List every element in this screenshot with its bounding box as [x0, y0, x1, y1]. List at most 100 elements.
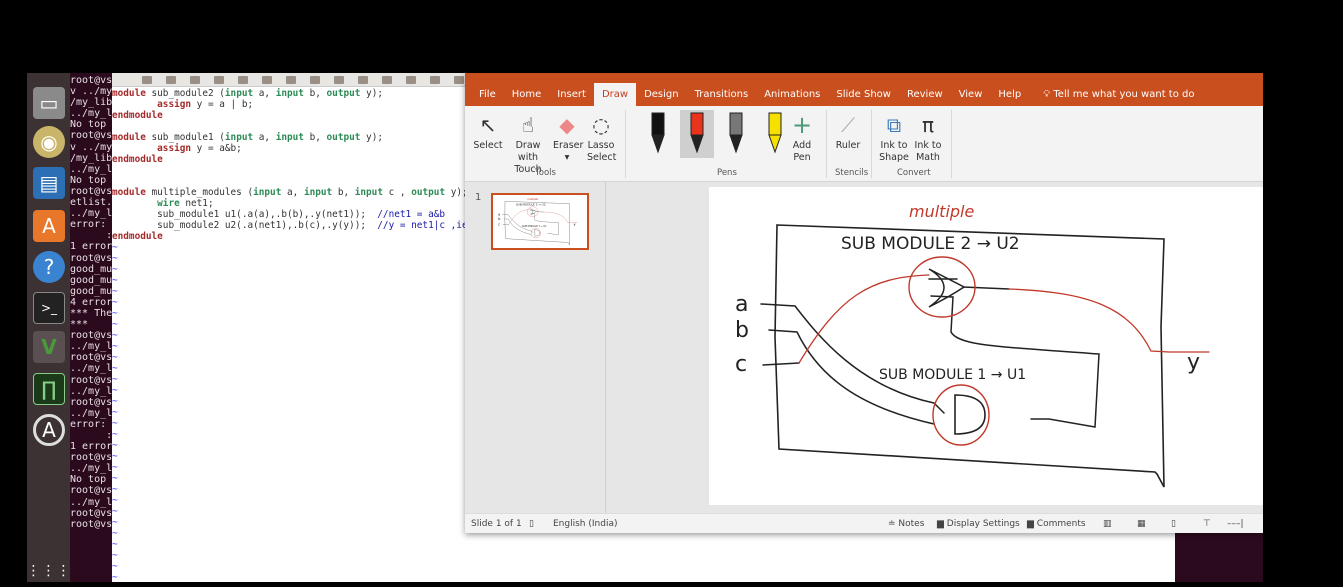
terminal-line: good_mu — [70, 263, 112, 275]
terminal-line: *** The — [70, 307, 112, 319]
terminal-line: v ../my — [70, 86, 112, 98]
terminal-line: root@vs — [70, 452, 112, 464]
help-icon[interactable]: ? — [33, 251, 65, 283]
slide-thumbnail[interactable] — [491, 193, 589, 250]
tab-transitions[interactable]: Transitions — [687, 83, 757, 106]
tab-file[interactable]: File — [471, 83, 504, 106]
terminal-icon[interactable]: >_ — [33, 292, 65, 324]
files-icon[interactable]: ▭ — [33, 87, 65, 119]
ink-diagram: multiple SUB MODULE 2 → U2 SUB MODULE 1 … — [735, 202, 1210, 488]
terminal-line: error: — [70, 418, 107, 430]
terminal-line: root@vs — [70, 330, 112, 342]
terminal-line: No top — [70, 119, 107, 131]
terminal-background — [1175, 533, 1263, 582]
normal-view-icon[interactable]: ▥ — [1103, 519, 1112, 529]
terminal-line: root@vs — [70, 507, 112, 519]
terminal-line: root@vs — [70, 75, 112, 86]
ink-c: c — [735, 352, 747, 377]
terminal-line: root@vs — [70, 252, 112, 264]
empty-line-marker: ~ — [112, 572, 118, 582]
ink-sub1-label: SUB MODULE 1 → U1 — [879, 367, 1026, 383]
ink-to-shape-button[interactable]: ⧉ Ink to Shape — [878, 110, 910, 164]
empty-line-marker: ~ — [112, 550, 118, 561]
vim-icon[interactable]: V — [33, 331, 65, 363]
slide-counter: Slide 1 of 1 — [471, 519, 522, 529]
notes-button[interactable]: ≐ Notes — [888, 519, 924, 529]
status-bar: Slide 1 of 1 ▯ English (India) ≐ Notes ▆… — [465, 513, 1263, 533]
draw-with-touch-button[interactable]: ☝ Draw with Touch — [505, 110, 551, 176]
tab-design[interactable]: Design — [636, 83, 687, 106]
tab-help[interactable]: Help — [990, 83, 1029, 106]
tab-animations[interactable]: Animations — [756, 83, 828, 106]
terminal-line: root@vs — [70, 518, 112, 530]
add-pen-button[interactable]: + Add Pen — [788, 110, 816, 164]
thumbnail-drawing — [498, 196, 578, 246]
writer-icon[interactable]: ▤ — [33, 167, 65, 199]
terminal-line: : — [70, 230, 112, 242]
display-settings-button[interactable]: ▆ Display Settings — [937, 519, 1020, 529]
terminal-line: root@vs — [70, 185, 112, 197]
terminal-line: root@vs — [70, 374, 112, 386]
tab-draw[interactable]: Draw — [593, 83, 637, 106]
show-apps-icon[interactable]: ⋮⋮⋮ — [27, 555, 71, 587]
tab-insert[interactable]: Insert — [549, 83, 594, 106]
tell-me-search[interactable]: 💡︎ Tell me what you want to do — [1035, 83, 1202, 106]
convert-group-label: Convert — [897, 168, 931, 178]
software-center-icon[interactable]: A — [33, 210, 65, 242]
stencils-group-label: Stencils — [835, 168, 869, 178]
terminal-line: good_mu — [70, 285, 112, 297]
pen-3[interactable] — [719, 110, 753, 158]
terminal-line: ../my_l — [70, 463, 112, 475]
draw-ribbon: ↖ Select ☝ Draw with Touch ◆ Eraser ▾ ◌ Lasso… — [465, 106, 1263, 182]
thumb-number: 1 — [475, 192, 482, 203]
ruler-button[interactable]: ⟋ Ruler — [833, 110, 863, 152]
rhythmbox-icon[interactable]: ◉ — [33, 126, 65, 158]
zoom-slider[interactable]: –––| — [1227, 519, 1244, 529]
empty-line-marker: ~ — [112, 561, 118, 572]
terminal-line: ../my_l — [70, 341, 112, 353]
terminal-line: ../my_l — [70, 208, 112, 220]
tab-home[interactable]: Home — [504, 83, 550, 106]
pen-1[interactable] — [641, 110, 675, 158]
gtkwave-icon[interactable]: ∏ — [33, 373, 65, 405]
terminal-line: 1 error — [70, 441, 112, 453]
eraser-button[interactable]: ◆ Eraser ▾ — [553, 110, 583, 164]
ink-y: y — [1187, 350, 1200, 375]
ribbon-tabs: File Home Insert Draw Design Transitions Anima… — [465, 73, 1263, 106]
terminal-line: /my_lib — [70, 97, 112, 109]
terminal-line: ../my_l — [70, 108, 112, 120]
slide-canvas[interactable]: multiple SUB MODULE 2 → U2 SUB MODULE 1 … — [709, 187, 1263, 505]
touch-icon: ☝ — [521, 113, 535, 137]
pen-4[interactable] — [758, 110, 792, 158]
updater-icon[interactable]: A — [33, 414, 65, 446]
ink-b: b — [735, 318, 749, 343]
lightbulb-icon: 💡︎ — [1043, 89, 1054, 100]
terminal-line: error: — [70, 219, 107, 231]
terminal-line: No top — [70, 474, 107, 486]
terminal-window[interactable]: root@vs v ../my/my_lib ../my_l No top root@v… — [70, 73, 112, 582]
ink-a: a — [735, 292, 748, 317]
slide-sorter-icon[interactable]: ▦ — [1137, 519, 1146, 529]
empty-line-marker: ~ — [112, 539, 118, 550]
terminal-line: No top — [70, 174, 107, 186]
pen-2[interactable] — [680, 110, 714, 158]
terminal-line: root@vs — [70, 130, 112, 142]
reading-view-icon[interactable]: ▯ — [1171, 519, 1176, 529]
lasso-select-button[interactable]: ◌ Lasso Select — [583, 110, 619, 164]
terminal-line: v ../my — [70, 141, 112, 153]
select-button[interactable]: ↖ Select — [473, 110, 503, 152]
ink-to-math-button[interactable]: π Ink to Math — [912, 110, 944, 164]
tab-review[interactable]: Review — [899, 83, 951, 106]
slideshow-icon[interactable]: ⊤ — [1203, 519, 1211, 529]
terminal-line: ../my_l — [70, 363, 112, 375]
ubuntu-launcher: ▭ ◉ ▤ A ? >_ V ∏ A ⋮⋮⋮ — [27, 73, 71, 582]
tab-slide-show[interactable]: Slide Show — [828, 83, 899, 106]
ruler-icon: ⟋ — [841, 113, 855, 137]
language-status[interactable]: English (India) — [553, 519, 617, 529]
pi-icon: π — [921, 113, 935, 137]
tab-view[interactable]: View — [951, 83, 991, 106]
comments-button[interactable]: ▆ Comments — [1027, 519, 1086, 529]
terminal-line: root@vs — [70, 485, 112, 497]
spellcheck-icon[interactable]: ▯ — [529, 519, 534, 529]
ink-title: multiple — [909, 202, 974, 221]
